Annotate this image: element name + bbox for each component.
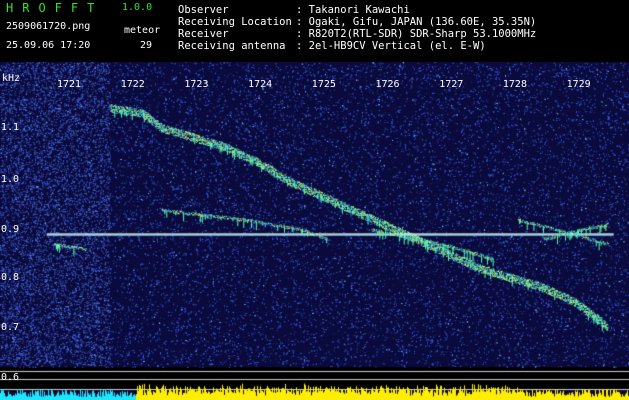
app-version: 1.0.0 bbox=[122, 2, 153, 13]
x-tick-label: 1724 bbox=[248, 79, 273, 90]
x-tick-label: 1723 bbox=[184, 79, 209, 90]
x-tick-label: 1727 bbox=[439, 79, 464, 90]
y-tick-label: 1.1 bbox=[1, 122, 20, 133]
meteor-label: meteor bbox=[124, 25, 161, 36]
antenna-label: Receiving antenna bbox=[178, 40, 286, 52]
y-tick-label: 0.7 bbox=[1, 322, 20, 333]
receiver-value: : R820T2(RTL-SDR) SDR-Sharp 53.1000MHz bbox=[296, 28, 537, 40]
x-tick-label: 1725 bbox=[311, 79, 336, 90]
y-tick-label: 0.8 bbox=[1, 272, 20, 283]
timestamp: 25.09.06 17:20 bbox=[6, 40, 91, 51]
y-tick-label: 0.6 bbox=[1, 372, 20, 383]
y-axis-unit: kHz bbox=[2, 73, 21, 84]
observer-label: Observer bbox=[178, 4, 229, 16]
x-tick-label: 1726 bbox=[375, 79, 400, 90]
y-tick-label: 1.0 bbox=[1, 174, 20, 185]
x-tick-label: 1728 bbox=[502, 79, 527, 90]
x-tick-label: 1729 bbox=[566, 79, 591, 90]
location-label: Receiving Location bbox=[178, 16, 292, 28]
x-tick-label: 1721 bbox=[57, 79, 82, 90]
location-value: : Ogaki, Gifu, JAPAN (136.60E, 35.35N) bbox=[296, 16, 537, 28]
receiver-label: Receiver bbox=[178, 28, 229, 40]
antenna-value: : 2el-HB9CV Vertical (el. E-W) bbox=[296, 40, 486, 52]
x-tick-label: 1722 bbox=[120, 79, 145, 90]
y-tick-label: 0.9 bbox=[1, 224, 20, 235]
header-panel: HROFFT 1.0.0 2509061720.png 25.09.06 17:… bbox=[0, 0, 629, 62]
app-logo: HROFFT bbox=[6, 1, 104, 15]
meteor-count: 29 bbox=[140, 40, 153, 51]
observer-value: : Takanori Kawachi bbox=[296, 4, 410, 16]
spectrogram-canvas bbox=[0, 62, 629, 400]
file-name: 2509061720.png bbox=[6, 21, 91, 32]
